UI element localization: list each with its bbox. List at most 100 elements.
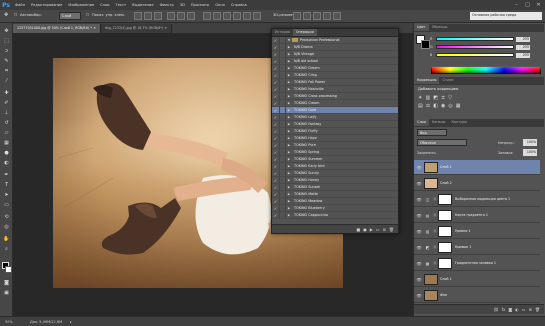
action-checkmark-icon[interactable]: ✓: [272, 213, 279, 218]
chain-link-icon[interactable]: ⛓: [433, 261, 437, 265]
action-checkmark-icon[interactable]: ✓: [272, 87, 279, 92]
exposure-icon[interactable]: ±: [441, 95, 445, 101]
action-item[interactable]: ✓ ▶ TOKINO Cappuccino: [272, 212, 398, 219]
photo-filter-icon[interactable]: ◉: [441, 103, 445, 109]
collapse-arrow-icon[interactable]: ▶: [286, 164, 292, 168]
action-checkmark-icon[interactable]: ✓: [272, 164, 279, 169]
action-item[interactable]: ✓ ▶ TOKINO Crisp: [272, 72, 398, 79]
document-tab[interactable]: dsg_7233(4).jpg @ 16,7% (RGB/8*) ×: [100, 24, 172, 33]
new-action-icon[interactable]: ⊞: [383, 227, 386, 232]
action-checkmark-icon[interactable]: ✓: [272, 199, 279, 204]
hue-saturation-icon[interactable]: ▤: [418, 103, 423, 109]
action-checkmark-icon[interactable]: ✓: [272, 192, 279, 197]
3d-slide-icon[interactable]: [323, 12, 331, 20]
slider-track[interactable]: [436, 53, 514, 57]
action-item[interactable]: ✓ ▶ TOKINO Blueberry: [272, 205, 398, 212]
color-slider-b[interactable]: B 255: [430, 52, 530, 58]
play-icon[interactable]: ▶: [370, 227, 373, 232]
action-dialog-toggle[interactable]: [279, 58, 286, 64]
close-tab-icon[interactable]: ×: [163, 26, 167, 30]
visibility-eye-icon[interactable]: 👁: [414, 213, 424, 218]
layer-row[interactable]: 👁 Слой 2: [414, 176, 540, 191]
channel-mixer-icon[interactable]: ◎: [448, 103, 452, 109]
background-color-swatch[interactable]: [5, 266, 12, 273]
screen-mode-icon[interactable]: ▣: [2, 289, 11, 296]
auto-select-checkbox[interactable]: ☐: [14, 13, 17, 17]
action-checkmark-icon[interactable]: ✓: [272, 108, 279, 113]
menu-item[interactable]: Просмотр: [188, 3, 212, 7]
action-dialog-toggle[interactable]: [279, 212, 286, 218]
menu-item[interactable]: Выделение: [129, 3, 156, 7]
action-item[interactable]: ✓ ▶ TOKINO Honey: [272, 177, 398, 184]
panel-tab[interactable]: Стили: [439, 77, 456, 84]
minimize-button[interactable]: –: [512, 1, 521, 8]
action-dialog-toggle[interactable]: [279, 114, 286, 120]
action-dialog-toggle[interactable]: [279, 65, 286, 71]
action-checkmark-icon[interactable]: ✓: [272, 38, 279, 43]
collapse-arrow-icon[interactable]: ▶: [286, 171, 292, 175]
menu-item[interactable]: 3D: [177, 3, 188, 7]
layer-mask-thumbnail[interactable]: [438, 209, 452, 221]
panel-tab[interactable]: Образцы: [429, 24, 451, 31]
collapse-arrow-icon[interactable]: ▶: [286, 199, 292, 203]
distribute-right-icon[interactable]: [253, 12, 261, 20]
action-checkmark-icon[interactable]: ✓: [272, 136, 279, 141]
collapse-arrow-icon[interactable]: ▶: [286, 178, 292, 182]
workspace-dropdown[interactable]: Основная рабочая среда: [470, 12, 542, 20]
type-tool-icon[interactable]: T: [2, 181, 11, 188]
action-checkmark-icon[interactable]: ✓: [272, 94, 279, 99]
mask-icon[interactable]: ◙: [508, 307, 512, 312]
action-item[interactable]: ✓ ▶ TOKINO Nashville: [272, 86, 398, 93]
action-item[interactable]: ✓ ▶ TOKINO Summer: [272, 156, 398, 163]
distribute-top-icon[interactable]: [203, 12, 211, 20]
visibility-eye-icon[interactable]: 👁: [414, 293, 424, 298]
action-checkmark-icon[interactable]: ✓: [272, 52, 279, 57]
layer-row[interactable]: 👁 ▦ ⛓ Градиентная заливка 1: [414, 256, 540, 271]
levels-icon[interactable]: ▥: [425, 95, 430, 101]
collapse-arrow-icon[interactable]: ▶: [286, 192, 292, 196]
delete-icon[interactable]: 🗑: [389, 227, 394, 232]
action-checkmark-icon[interactable]: ✓: [272, 171, 279, 176]
action-checkmark-icon[interactable]: ✓: [272, 178, 279, 183]
action-checkmark-icon[interactable]: ✓: [272, 122, 279, 127]
fill-input[interactable]: 100%: [523, 149, 537, 156]
blend-mode-dropdown[interactable]: Обычные: [417, 139, 467, 146]
panel-tab[interactable]: Контуры: [448, 119, 470, 126]
stop-icon[interactable]: ■: [356, 227, 360, 232]
collapse-arrow-icon[interactable]: ▶: [286, 129, 292, 133]
color-lookup-icon[interactable]: ▦: [456, 103, 461, 109]
actions-panel-tab[interactable]: История: [272, 29, 293, 36]
collapse-arrow-icon[interactable]: ▶: [286, 136, 292, 140]
visibility-eye-icon[interactable]: 👁: [414, 245, 424, 250]
action-dialog-toggle[interactable]: [279, 149, 286, 155]
action-checkmark-icon[interactable]: ✓: [272, 66, 279, 71]
dodge-tool-icon[interactable]: ◐: [2, 159, 11, 166]
action-dialog-toggle[interactable]: [279, 135, 286, 141]
collapse-arrow-icon[interactable]: ▶: [286, 185, 292, 189]
action-dialog-toggle[interactable]: [279, 198, 286, 204]
action-checkmark-icon[interactable]: ✓: [272, 73, 279, 78]
status-arrow-icon[interactable]: ▸: [70, 320, 72, 324]
opacity-input[interactable]: 100%: [523, 139, 537, 146]
action-item[interactable]: ✓ ▶ TOKINO Fall Power: [272, 79, 398, 86]
action-item[interactable]: ✓ ▶ TOKINO Dream: [272, 65, 398, 72]
chain-link-icon[interactable]: ⛓: [433, 245, 437, 249]
slider-value-input[interactable]: 255: [516, 44, 530, 50]
3d-scale-icon[interactable]: [333, 12, 341, 20]
action-dialog-toggle[interactable]: [279, 156, 286, 162]
vibrance-icon[interactable]: ▽: [448, 95, 452, 101]
clone-stamp-tool-icon[interactable]: ⊥: [2, 109, 11, 116]
align-bottom-icon[interactable]: [154, 12, 162, 20]
show-controls-checkbox[interactable]: ☐: [86, 13, 89, 17]
action-item[interactable]: ✓ ▶ TOKINO Fantasy: [272, 121, 398, 128]
action-dialog-toggle[interactable]: [279, 79, 286, 85]
auto-select-dropdown[interactable]: Слой: [59, 12, 81, 20]
panel-tab[interactable]: Слои: [414, 119, 429, 126]
collapse-arrow-icon[interactable]: ▶: [286, 213, 292, 217]
layer-mask-thumbnail[interactable]: [438, 193, 452, 205]
visibility-eye-icon[interactable]: 👁: [414, 181, 424, 186]
action-item[interactable]: ✓ ▶ N/B old school: [272, 58, 398, 65]
chain-link-icon[interactable]: ⛓: [433, 197, 437, 201]
panel-tab[interactable]: Коррекция: [414, 77, 440, 84]
panel-tab[interactable]: Каналы: [429, 119, 449, 126]
